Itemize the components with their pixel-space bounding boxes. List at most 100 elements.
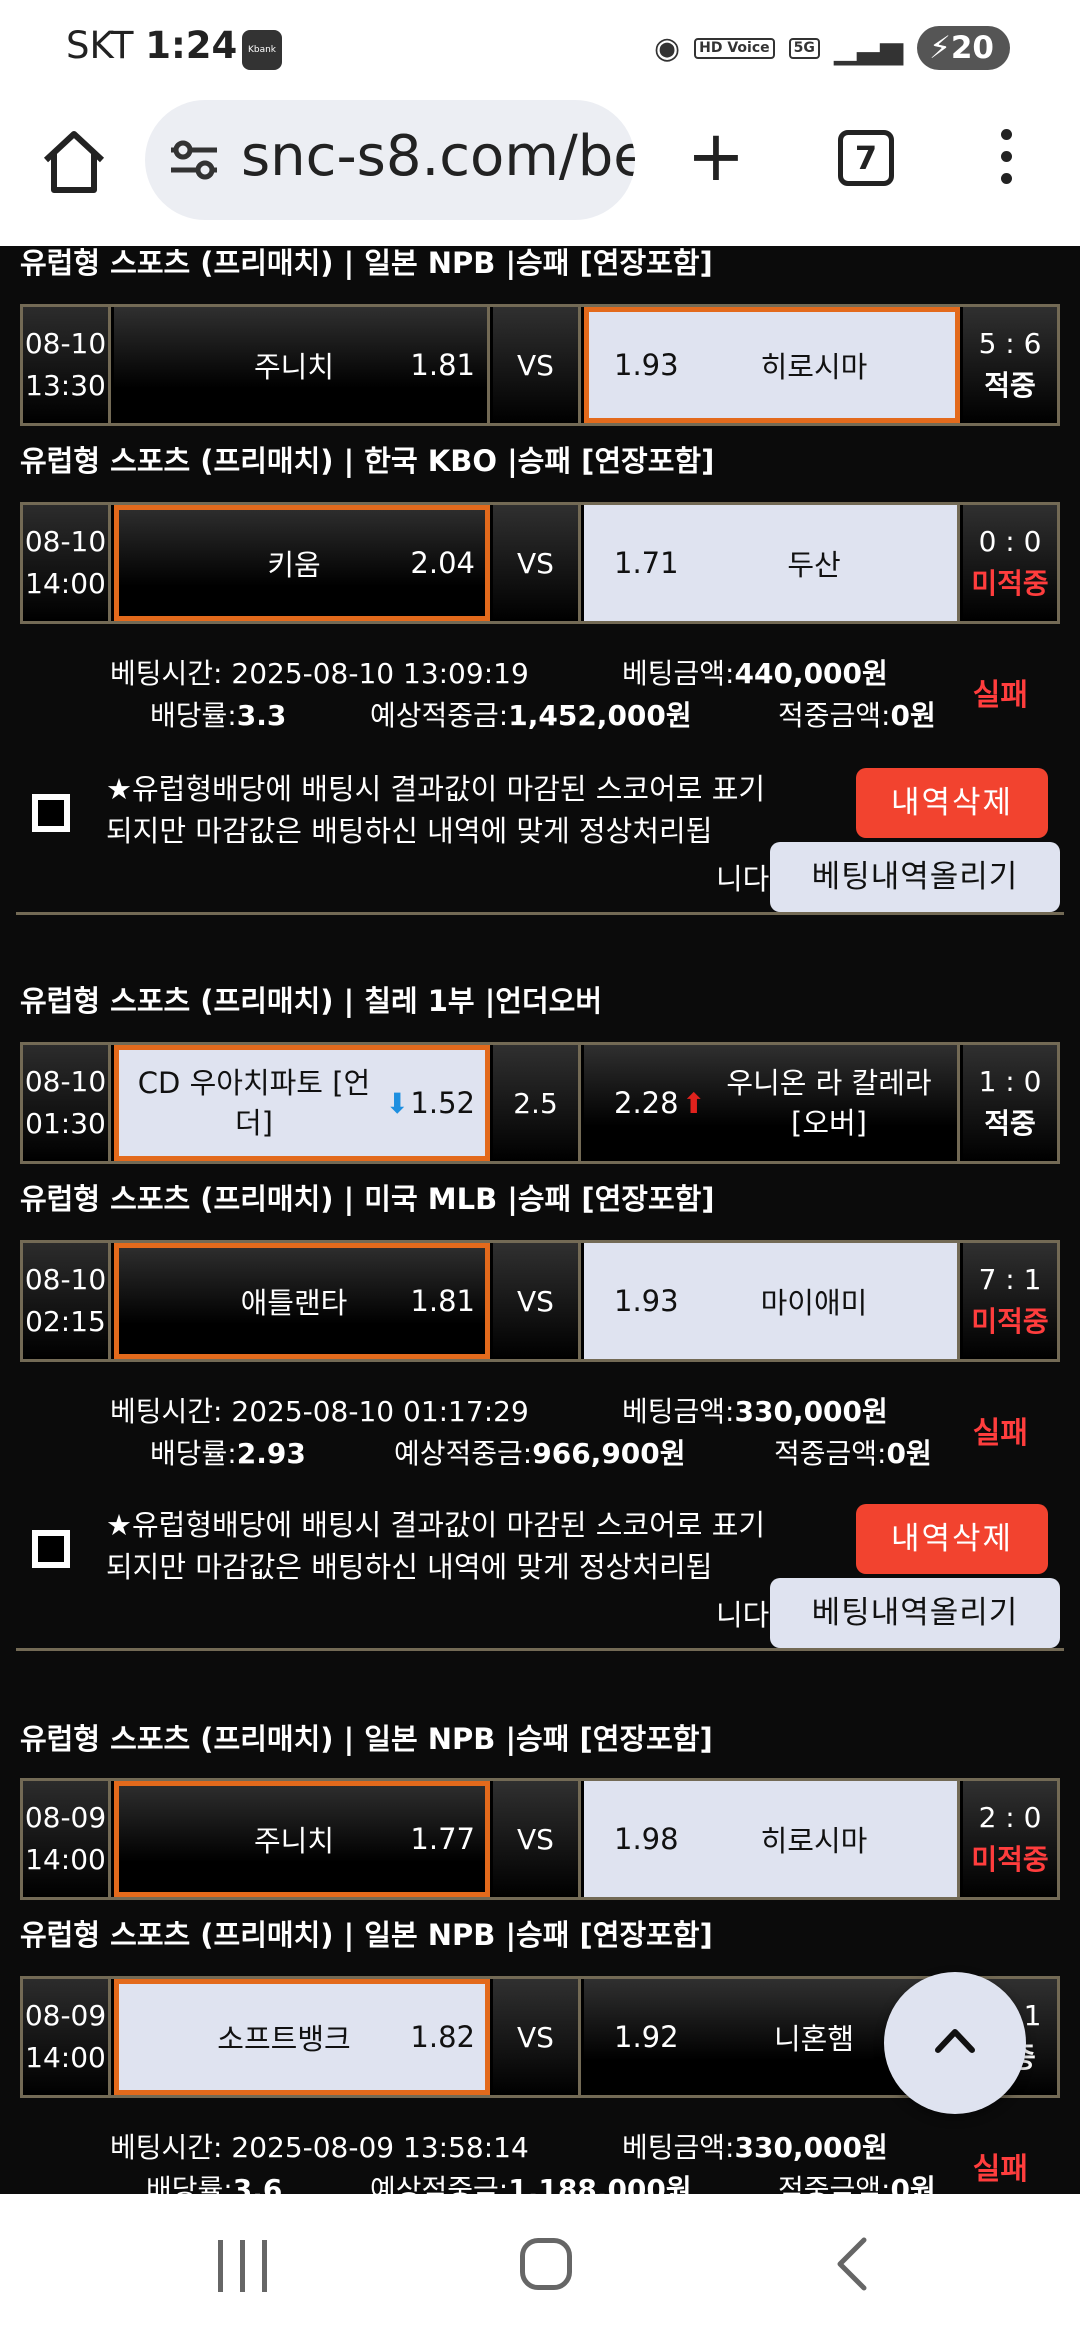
away-team-option[interactable]: 1.93 마이애미 [584,1243,960,1359]
more-menu-icon[interactable] [994,124,1018,194]
bet-status-badge: 실패 [972,1416,1028,1451]
score: 7 : 1 [978,1263,1042,1296]
notice-text: ★유럽형배당에 배팅시 결과값이 마감된 스코어로 표기되지만 마감값은 배팅하… [106,772,766,848]
home-team-name: 소프트뱅크 [217,2022,351,2056]
handicap-line: 2.5 [493,1045,581,1161]
vs-label: VS [493,1979,581,2095]
status-bar: SKT 1:24 Kbank ◉ HD Voice 5G ▁▃▅ ⚡ 20 [0,0,1080,96]
game-date: 08-10 [24,525,107,558]
home-nav-icon[interactable] [520,2238,572,2290]
home-team-name: 주니치 [253,350,335,384]
home-team-option[interactable]: CD 우아치파토 [언더] ⬇ 1.52 [114,1045,490,1161]
delete-history-button[interactable]: 내역삭제 [856,768,1048,838]
game-time: 02:15 [25,1305,106,1338]
url-text[interactable]: snc-s8.com/be [241,124,635,189]
select-checkbox[interactable] [32,794,70,832]
away-team-option[interactable]: 2.28 ⬆ 우니온 라 칼레라 [오버] [584,1045,960,1161]
bet-odds: 배당률:3.6 [146,2173,283,2194]
site-settings-icon[interactable] [169,138,219,182]
away-odds: 2.28 [614,1086,679,1120]
game-header: 유럽형 스포츠 (프리매치) | 일본 NPB |승패 [연장포함] [20,1722,713,1756]
chevron-up-icon [935,2029,975,2053]
away-team-option[interactable]: 1.71 두산 [584,505,960,621]
game-header: 유럽형 스포츠 (프리매치) | 일본 NPB |승패 [연장포함] [20,246,713,280]
game-header: 유럽형 스포츠 (프리매치) | 한국 KBO |승패 [연장포함] [20,444,715,478]
game-result: 1 : 0 적중 [963,1045,1057,1161]
new-tab-icon[interactable]: + [684,121,748,191]
address-bar[interactable]: snc-s8.com/be [145,100,635,220]
game-date: 08-10 [24,327,107,360]
home-team-option[interactable]: 소프트뱅크 1.82 [114,1979,490,2095]
select-checkbox[interactable] [32,1530,70,1568]
status-icons: ◉ HD Voice 5G ▁▃▅ ⚡ 20 [654,24,1010,72]
away-team-name: 니혼햄 [773,2022,855,2056]
notice-text-end: 니다 [716,862,770,896]
win-amount: 적중금액:0원 [778,2173,936,2194]
odds-down-arrow-icon: ⬇ [385,1086,409,1120]
game-row: 08-10 01:30 CD 우아치파토 [언더] ⬇ 1.52 2.5 2.2… [20,1042,1060,1164]
upload-history-button[interactable]: 베팅내역올리기 [770,1578,1060,1648]
home-team-option[interactable]: 주니치 1.77 [114,1781,490,1897]
score: 2 : 0 [978,1801,1042,1834]
signal-icon: ▁▃▅ [833,30,904,66]
expected-win: 예상적중금:1,188,000원 [370,2173,692,2194]
home-odds: 1.81 [410,348,475,382]
game-result: 7 : 1 미적중 [963,1243,1057,1359]
home-team-name: 애틀랜타 [240,1286,348,1320]
hd-voice-icon: HD Voice [694,37,775,59]
notice-text-end: 니다 [716,1598,770,1632]
result-status: 미적중 [971,1843,1049,1876]
expected-win: 예상적중금:966,900원 [394,1437,686,1470]
home-team-name: 주니치 [253,1824,335,1858]
home-odds: 1.82 [410,2020,475,2054]
away-team-option[interactable]: 1.98 히로시마 [584,1781,960,1897]
delete-history-button[interactable]: 내역삭제 [856,1504,1048,1574]
home-team-name: 키움 [267,548,321,582]
upload-history-button[interactable]: 베팅내역올리기 [770,842,1060,912]
game-datetime: 08-09 14:00 [23,1781,111,1897]
away-team-option[interactable]: 1.93 히로시마 [584,307,960,423]
back-icon[interactable] [828,2234,878,2294]
away-team-name: 히로시마 [760,350,868,384]
game-header: 유럽형 스포츠 (프리매치) | 칠레 1부 |언더오버 [20,984,603,1018]
result-status: 적중 [984,369,1036,402]
score: 5 : 6 [978,327,1042,360]
away-team-name: 마이애미 [760,1286,868,1320]
game-datetime: 08-09 14:00 [23,1979,111,2095]
recent-apps-icon[interactable] [218,2240,268,2292]
game-datetime: 08-10 02:15 [23,1243,111,1359]
game-row: 08-10 13:30 주니치 1.81 VS 1.93 히로시마 5 : 6 … [20,304,1060,426]
game-header: 유럽형 스포츠 (프리매치) | 일본 NPB |승패 [연장포함] [20,1918,713,1952]
tab-switcher-button[interactable]: 7 [838,130,894,186]
away-team-name: 우니온 라 칼레라 [오버] [726,1066,932,1140]
game-time: 13:30 [25,369,106,402]
win-amount: 적중금액:0원 [774,1437,932,1470]
result-status: 미적중 [971,567,1049,600]
bet-time: 베팅시간: 2025-08-09 13:58:14 [110,2131,529,2164]
away-odds: 1.93 [614,348,679,382]
score: 0 : 0 [978,525,1042,558]
network-5g-icon: 5G [788,37,820,59]
status-carrier-time: SKT 1:24 [66,24,237,67]
game-time: 01:30 [25,1107,106,1140]
notice-text: ★유럽형배당에 배팅시 결과값이 마감된 스코어로 표기되지만 마감값은 배팅하… [106,1508,766,1584]
game-result: 0 : 0 미적중 [963,505,1057,621]
result-status: 적중 [984,1107,1036,1140]
carrier-name: SKT [66,24,134,67]
divider [16,1648,1064,1651]
home-icon[interactable] [38,126,110,198]
home-team-option[interactable]: 애틀랜타 1.81 [114,1243,490,1359]
home-team-option[interactable]: 주니치 1.81 [114,307,490,423]
home-odds: 2.04 [410,546,475,580]
bet-actions: ★유럽형배당에 배팅시 결과값이 마감된 스코어로 표기되지만 마감값은 배팅하… [0,756,1080,916]
bet-amount: 베팅금액:330,000원 [622,1395,888,1428]
expected-win: 예상적중금:1,452,000원 [370,699,692,732]
game-datetime: 08-10 13:30 [23,307,111,423]
bet-time: 베팅시간: 2025-08-10 13:09:19 [110,657,529,690]
home-team-option[interactable]: 키움 2.04 [114,505,490,621]
bet-time: 베팅시간: 2025-08-10 01:17:29 [110,1395,529,1428]
battery-level: 20 [950,30,994,66]
bet-odds: 배당률:3.3 [150,699,287,732]
scroll-to-top-button[interactable] [884,1972,1026,2114]
away-odds: 1.92 [614,2020,679,2054]
